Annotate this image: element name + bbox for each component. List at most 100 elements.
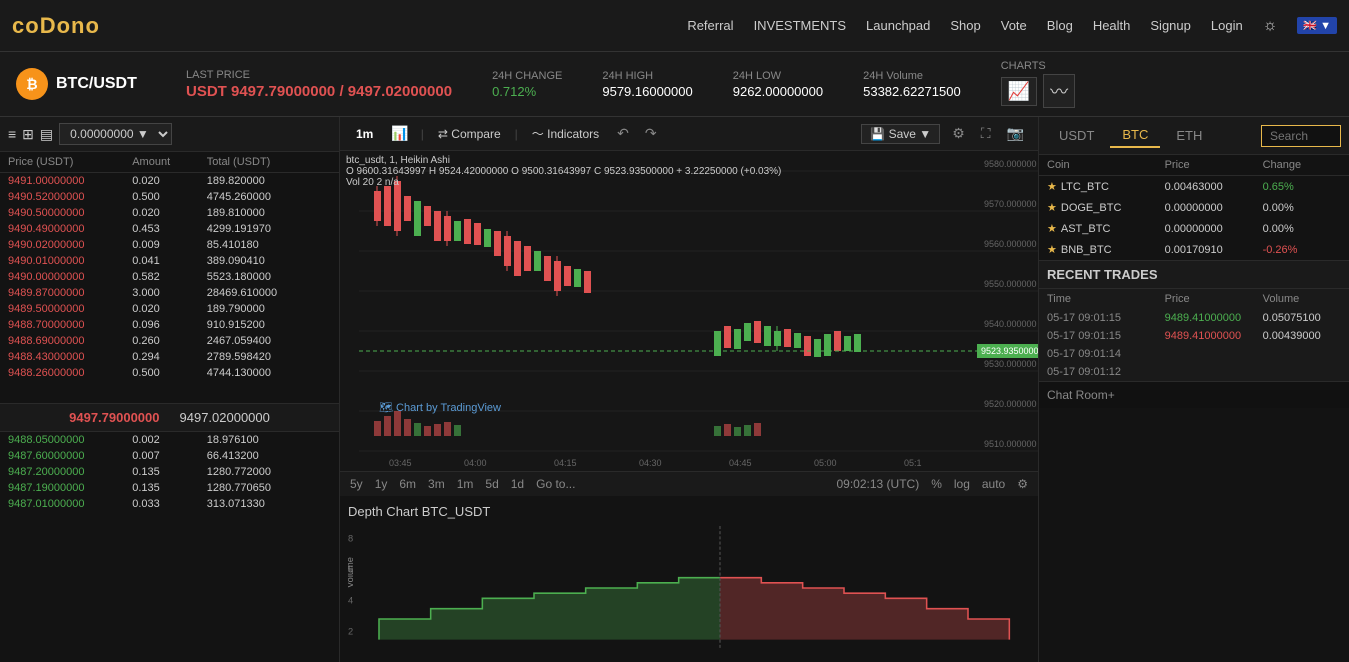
nav-referral[interactable]: Referral xyxy=(687,18,733,33)
indicators-button[interactable]: 〜 Indicators xyxy=(526,123,605,144)
candle-chart-icon[interactable]: 〰 xyxy=(1043,74,1075,108)
sell-order-row[interactable]: 9490.50000000 0.020 189.810000 xyxy=(0,205,339,221)
buy-order-row[interactable]: 9487.19000000 0.135 1280.770650 xyxy=(0,480,339,496)
sell-order-row[interactable]: 9488.70000000 0.096 910.915200 xyxy=(0,317,339,333)
volume-value: 53382.62271500 xyxy=(863,84,961,99)
grid-icon[interactable]: ▤ xyxy=(40,126,53,143)
svg-text:8: 8 xyxy=(348,534,353,544)
candlestick-chart: 9580.000000 9570.000000 9560.000000 9550… xyxy=(340,151,1038,471)
col-amount: Amount xyxy=(132,156,207,168)
chat-room-button[interactable]: Chat Room+ xyxy=(1039,381,1349,408)
sell-order-row[interactable]: 9488.26000000 0.500 4744.130000 xyxy=(0,365,339,381)
tf-5d[interactable]: 5d xyxy=(485,477,498,491)
tf-1y[interactable]: 1y xyxy=(375,477,388,491)
decimal-dropdown[interactable]: 0.00000000 ▼ xyxy=(59,123,172,145)
chart-time-display: 09:02:13 (UTC) xyxy=(836,477,919,491)
sell-order-row[interactable]: 9489.50000000 0.020 189.790000 xyxy=(0,301,339,317)
chart-settings-icon[interactable]: ⚙ xyxy=(1017,477,1028,491)
order-book-header: ≡ ⊞ ▤ 0.00000000 ▼ xyxy=(0,117,339,152)
rt-rows: 05-17 09:01:15 9489.41000000 0.050751000… xyxy=(1039,309,1349,381)
nav-launchpad[interactable]: Launchpad xyxy=(866,18,930,33)
coin-list-item[interactable]: ★AST_BTC 0.00000000 0.00% xyxy=(1039,218,1349,239)
nav-vote[interactable]: Vote xyxy=(1001,18,1027,33)
tab-usdt[interactable]: USDT xyxy=(1047,124,1106,147)
nav-blog[interactable]: Blog xyxy=(1047,18,1073,33)
goto-button[interactable]: Go to... xyxy=(536,477,575,491)
fullscreen-icon[interactable]: ⛶ xyxy=(977,123,995,144)
sell-order-row[interactable]: 9490.00000000 0.582 5523.180000 xyxy=(0,269,339,285)
tab-btc[interactable]: BTC xyxy=(1110,123,1160,148)
sell-price: 9489.50000000 xyxy=(8,303,132,315)
coin-list-item[interactable]: ★DOGE_BTC 0.00000000 0.00% xyxy=(1039,197,1349,218)
coin-list-item[interactable]: ★BNB_BTC 0.00170910 -0.26% xyxy=(1039,239,1349,260)
redo-icon[interactable]: ↷ xyxy=(641,123,661,144)
tf-5y[interactable]: 5y xyxy=(350,477,363,491)
sell-order-row[interactable]: 9490.52000000 0.500 4745.260000 xyxy=(0,189,339,205)
sell-order-row[interactable]: 9488.69000000 0.260 2467.059400 xyxy=(0,333,339,349)
table-icon[interactable]: ⊞ xyxy=(22,126,34,143)
last-price-value: USDT 9497.79000000 / 9497.02000000 xyxy=(186,83,452,100)
rt-col-time: Time xyxy=(1047,293,1165,305)
trade-time: 05-17 09:01:12 xyxy=(1047,366,1165,378)
rt-col-price: Price xyxy=(1165,293,1263,305)
auto-button[interactable]: auto xyxy=(982,477,1005,491)
nav-shop[interactable]: Shop xyxy=(950,18,980,33)
compare-button[interactable]: ⇄ Compare xyxy=(432,125,507,143)
log-button[interactable]: log xyxy=(954,477,970,491)
sell-total: 189.810000 xyxy=(207,207,331,219)
sell-order-row[interactable]: 9490.01000000 0.041 389.090410 xyxy=(0,253,339,269)
undo-icon[interactable]: ↶ xyxy=(613,123,633,144)
tf-1m[interactable]: 1m xyxy=(457,477,474,491)
timeframe-1m[interactable]: 1m xyxy=(350,125,379,143)
col-total: Total (USDT) xyxy=(207,156,331,168)
sell-amount: 0.009 xyxy=(132,239,207,251)
buy-order-row[interactable]: 9487.20000000 0.135 1280.772000 xyxy=(0,464,339,480)
col-coin-change: Change xyxy=(1263,159,1341,171)
svg-text:04:15: 04:15 xyxy=(554,458,577,468)
sell-total: 28469.610000 xyxy=(207,287,331,299)
trade-volume: 0.00439000 xyxy=(1263,330,1341,342)
save-button[interactable]: 💾 Save ▼ xyxy=(861,124,940,144)
camera-icon[interactable]: 📷 xyxy=(1003,123,1028,144)
buy-order-row[interactable]: 9487.60000000 0.007 66.413200 xyxy=(0,448,339,464)
logo-text: coDono xyxy=(12,13,100,38)
sell-price: 9488.69000000 xyxy=(8,335,132,347)
coin-search-input[interactable] xyxy=(1261,125,1341,147)
tab-eth[interactable]: ETH xyxy=(1164,124,1214,147)
sell-order-row[interactable]: 9489.87000000 3.000 28469.610000 xyxy=(0,285,339,301)
language-flag[interactable]: 🇬🇧 ▼ xyxy=(1297,17,1337,34)
nav-investments[interactable]: INVESTMENTS xyxy=(754,18,846,33)
settings-icon[interactable]: ☼ xyxy=(1263,17,1278,35)
tf-3m[interactable]: 3m xyxy=(428,477,445,491)
sell-price: 9491.00000000 xyxy=(8,175,132,187)
sell-price: 9488.43000000 xyxy=(8,351,132,363)
sell-amount: 0.260 xyxy=(132,335,207,347)
tf-1d[interactable]: 1d xyxy=(511,477,524,491)
sell-total: 5523.180000 xyxy=(207,271,331,283)
sell-total: 4745.260000 xyxy=(207,191,331,203)
coin-list: ★LTC_BTC 0.00463000 0.65%★DOGE_BTC 0.000… xyxy=(1039,176,1349,260)
buy-total: 18.976100 xyxy=(207,434,331,446)
coin-list-item[interactable]: ★LTC_BTC 0.00463000 0.65% xyxy=(1039,176,1349,197)
chart-ohlc-info: O 9600.31643997 H 9524.42000000 O 9500.3… xyxy=(346,166,781,177)
sell-price: 9488.26000000 xyxy=(8,367,132,379)
buy-order-row[interactable]: 9487.01000000 0.033 313.071330 xyxy=(0,496,339,512)
nav-health[interactable]: Health xyxy=(1093,18,1131,33)
sell-order-row[interactable]: 9491.00000000 0.020 189.820000 xyxy=(0,173,339,189)
line-chart-icon[interactable]: 📈 xyxy=(1001,77,1037,106)
buy-total: 1280.770650 xyxy=(207,482,331,494)
sell-order-row[interactable]: 9490.02000000 0.009 85.410180 xyxy=(0,237,339,253)
nav-login[interactable]: Login xyxy=(1211,18,1243,33)
charts-label: CHARTS xyxy=(1001,60,1075,72)
sell-order-row[interactable]: 9488.43000000 0.294 2789.598420 xyxy=(0,349,339,365)
svg-text:9520.000000: 9520.000000 xyxy=(984,399,1037,409)
list-icon[interactable]: ≡ xyxy=(8,126,16,142)
percent-button[interactable]: % xyxy=(931,477,942,491)
tf-6m[interactable]: 6m xyxy=(399,477,416,491)
chart-type-icon[interactable]: 📊 xyxy=(387,123,412,144)
coin-change: -0.26% xyxy=(1263,244,1341,256)
buy-order-row[interactable]: 9488.05000000 0.002 18.976100 xyxy=(0,432,339,448)
sell-order-row[interactable]: 9490.49000000 0.453 4299.191970 xyxy=(0,221,339,237)
settings-chart-icon[interactable]: ⚙ xyxy=(948,123,969,144)
nav-signup[interactable]: Signup xyxy=(1150,18,1190,33)
